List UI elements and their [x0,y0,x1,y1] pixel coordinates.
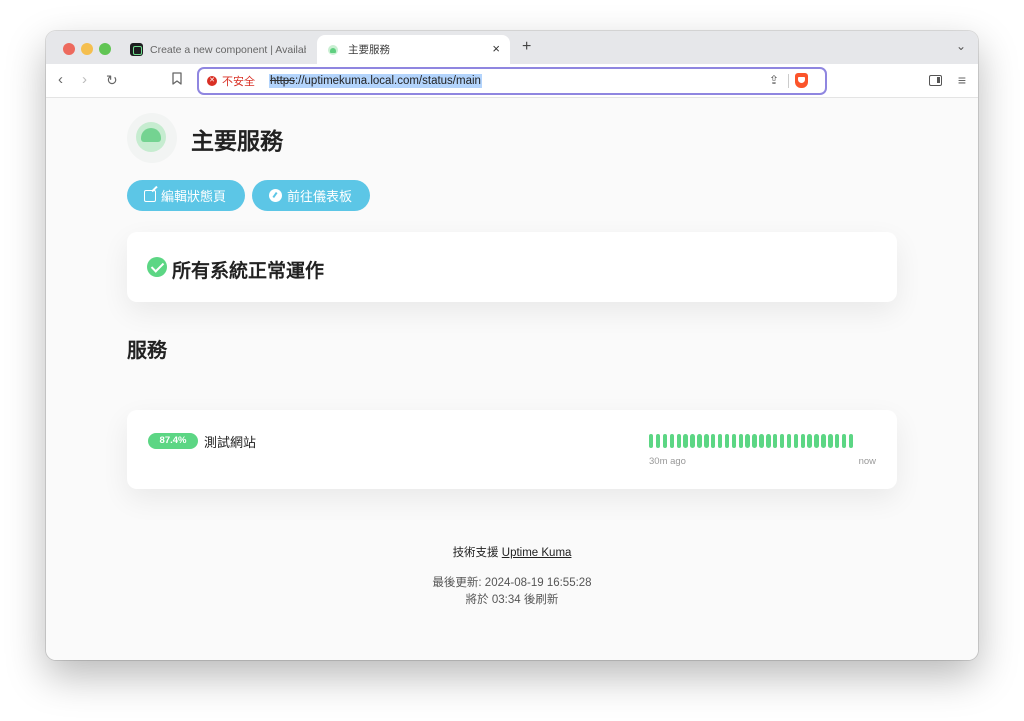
go-to-dashboard-button[interactable]: 前往儀表板 [252,180,370,211]
reload-button[interactable]: ↻ [106,72,118,88]
browser-toolbar: ‹ › ↻ ✕ 不安全 https://uptimekuma.local.com… [46,64,978,98]
back-button[interactable]: ‹ [58,72,63,88]
url-path: ://uptimekuma.local.com/status/main [294,75,481,87]
heartbeat-beat[interactable] [717,434,723,448]
heartbeat-beat[interactable] [807,434,812,448]
heartbeat-beat[interactable] [828,434,833,448]
heartbeat-beat[interactable] [800,434,805,448]
address-bar[interactable]: ✕ 不安全 https://uptimekuma.local.com/statu… [197,67,827,95]
heartbeat-beat[interactable] [759,434,764,448]
heartbeat-beat[interactable] [683,434,688,448]
heartbeat-beat[interactable] [662,434,668,448]
heartbeat-beat[interactable] [766,434,771,448]
go-to-dashboard-label: 前往儀表板 [287,189,353,204]
uptime-kuma-favicon-icon [328,44,338,55]
uptime-badge: 87.4% [148,433,198,449]
status-page-logo [127,113,177,163]
page-title: 主要服務 [191,128,283,154]
chevron-down-icon[interactable]: ⌄ [956,39,966,53]
heartbeat-beat[interactable] [848,434,854,448]
address-bar-divider [788,74,789,88]
heartbeat-beat[interactable] [690,434,695,448]
heartbeat-beat[interactable] [724,434,730,448]
heartbeat-beat[interactable] [731,434,737,448]
heartbeat-beat[interactable] [745,434,750,448]
services-section-title: 服務 [127,340,167,362]
bookmark-icon[interactable] [172,72,182,85]
powered-by: 技術支援 Uptime Kuma [46,544,978,560]
tab-create-component[interactable]: Create a new component | Availab [126,35,306,64]
check-circle-icon [147,257,167,277]
last-updated-text: 最後更新: 2024-08-19 16:55:28 [432,577,592,589]
menu-icon[interactable]: ≡ [958,72,966,88]
dashboard-gauge-icon [269,189,282,202]
heartbeat-end-time: now [858,456,876,467]
edit-status-page-button[interactable]: 編輯狀態頁 [127,180,245,211]
url-text[interactable]: https://uptimekuma.local.com/status/main [269,74,482,88]
close-window-button[interactable] [63,43,75,55]
uptime-kuma-link[interactable]: Uptime Kuma [502,547,572,559]
zoom-window-button[interactable] [99,43,111,55]
monitor-card: 87.4% 測試網站 30m ago now [127,410,897,489]
heartbeat-beat[interactable] [779,434,785,448]
heartbeat-beat[interactable] [697,434,702,448]
sidebar-toggle-icon[interactable] [929,75,942,86]
close-tab-icon[interactable]: × [492,41,500,56]
browser-window: Create a new component | Availab 主要服務 × … [46,31,978,660]
powered-by-prefix: 技術支援 [452,547,499,559]
heartbeat-beat[interactable] [669,434,675,448]
heartbeat-beat[interactable] [814,434,819,448]
brave-shields-icon[interactable] [795,73,808,88]
edit-icon [144,189,156,202]
refresh-countdown-text: 將於 03:34 後刷新 [465,594,559,606]
tab-strip: Create a new component | Availab 主要服務 × … [46,31,978,64]
not-secure-label[interactable]: 不安全 [222,73,255,89]
heartbeat-beat[interactable] [841,434,847,448]
heartbeat-beat[interactable] [793,434,799,448]
heartbeat-beat[interactable] [752,434,757,448]
minimize-window-button[interactable] [81,43,93,55]
heartbeat-start-time: 30m ago [649,456,686,467]
heartbeat-beat[interactable] [704,434,709,448]
status-page: 主要服務 編輯狀態頁 前往儀表板 所有系統正常運作 服務 87.4% 測試網站 … [46,98,978,660]
heartbeat-beat[interactable] [676,434,681,448]
share-icon[interactable]: ⇪ [769,73,779,87]
heartbeat-bar [649,434,879,448]
overall-status-card: 所有系統正常運作 [127,232,897,302]
heartbeat-beat[interactable] [786,434,792,448]
heartbeat-beat[interactable] [711,434,716,448]
tab-title: 主要服務 [348,44,390,56]
tab-title: Create a new component | Availab [150,43,306,56]
url-scheme: https [270,75,295,87]
heartbeat-beat[interactable] [835,434,840,448]
heartbeat-beat[interactable] [738,434,743,448]
heartbeat-beat[interactable] [649,434,654,448]
edit-status-page-label: 編輯狀態頁 [161,189,227,204]
heartbeat-beat[interactable] [655,434,661,448]
heartbeat-beat[interactable] [773,434,778,448]
site-favicon-icon [130,43,143,56]
monitor-name[interactable]: 測試網站 [204,432,256,451]
heartbeat-beat[interactable] [821,434,826,448]
tab-status-page[interactable]: 主要服務 × [317,35,510,64]
new-tab-button[interactable]: + [522,38,531,56]
not-secure-icon: ✕ [207,76,217,86]
forward-button[interactable]: › [82,72,87,88]
overall-status-text: 所有系統正常運作 [172,261,325,282]
